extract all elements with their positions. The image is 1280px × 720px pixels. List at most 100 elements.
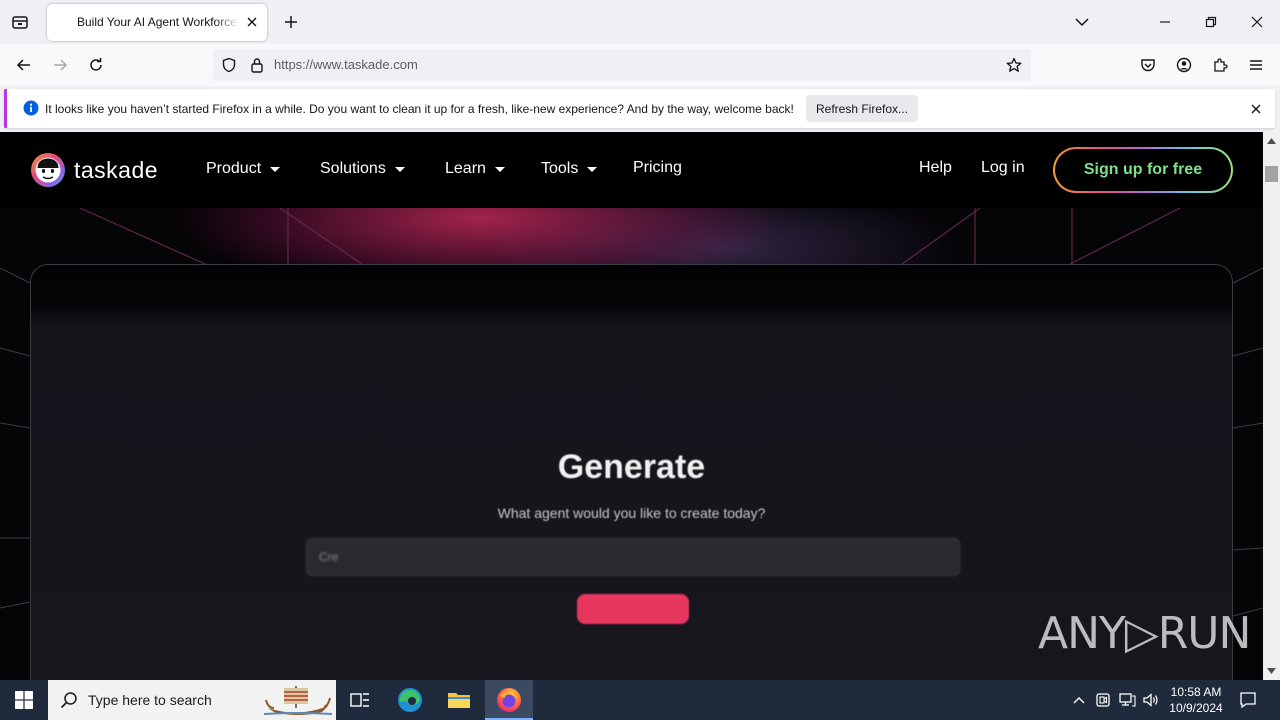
task-view-icon [350, 693, 369, 707]
close-icon [247, 17, 257, 27]
lock-icon [251, 58, 263, 73]
pocket-icon [1141, 59, 1155, 72]
new-tab-button[interactable] [278, 9, 304, 35]
clock-date: 10/9/2024 [1169, 701, 1223, 715]
menu-learn[interactable]: Learn [445, 160, 505, 178]
menu-learn-label: Learn [445, 160, 486, 177]
caret-down-icon [394, 166, 405, 172]
minimize-button[interactable] [1142, 0, 1188, 44]
anyrun-watermark: ANY▷RUN [1038, 608, 1251, 659]
extensions-button[interactable] [1205, 50, 1235, 80]
account-button[interactable] [1169, 50, 1199, 80]
firefox-icon [497, 688, 521, 712]
taskade-logo-icon [31, 153, 65, 187]
bookmark-star-button[interactable] [1005, 56, 1023, 74]
reload-icon [90, 58, 102, 71]
taskade-logo[interactable]: taskade [30, 152, 158, 188]
notification-message: It looks like you haven’t started Firefo… [45, 102, 794, 116]
help-link[interactable]: Help [919, 159, 952, 177]
list-all-tabs-button[interactable] [1068, 8, 1096, 36]
site-security-icon[interactable] [248, 56, 266, 74]
firefox-refresh-notification: It looks like you haven’t started Firefo… [4, 89, 1275, 128]
navigation-toolbar: https://www.taskade.com [0, 44, 1280, 86]
meet-now-icon [1096, 693, 1110, 707]
tracking-protection-icon[interactable] [220, 56, 238, 74]
page-scrollbar[interactable] [1263, 132, 1280, 680]
caret-down-icon [270, 166, 281, 172]
generate-title: Generate [557, 448, 706, 486]
url-text: https://www.taskade.com [274, 57, 418, 72]
tab-strip: Build Your AI Agent Workforce [0, 0, 1280, 44]
star-icon [1006, 57, 1022, 72]
close-window-button[interactable] [1234, 0, 1280, 44]
task-view-button[interactable] [336, 680, 384, 720]
reload-button[interactable] [81, 50, 111, 80]
agent-prompt-placeholder: Cre [319, 550, 339, 564]
network-icon [1119, 693, 1136, 707]
chevron-up-icon [1073, 697, 1085, 704]
forward-button[interactable] [45, 50, 75, 80]
arrow-left-icon [16, 59, 30, 71]
shield-icon [222, 57, 236, 73]
scroll-up-icon [1267, 138, 1276, 144]
restore-button[interactable] [1188, 0, 1234, 44]
refresh-firefox-button[interactable]: Refresh Firefox... [806, 95, 918, 122]
menu-solutions-label: Solutions [320, 160, 386, 177]
menu-pricing-label: Pricing [633, 159, 682, 176]
menu-tools[interactable]: Tools [541, 160, 598, 178]
scroll-down-icon [1267, 668, 1276, 674]
tab-title: Build Your AI Agent Workforce [77, 15, 237, 29]
show-hidden-icons-button[interactable] [1069, 690, 1089, 710]
page-content: taskade Product Solutions Learn Tools Pr… [0, 132, 1263, 680]
address-bar[interactable]: https://www.taskade.com [213, 49, 1031, 81]
back-button[interactable] [9, 50, 39, 80]
login-link[interactable]: Log in [981, 159, 1025, 177]
edge-taskbar-button[interactable] [386, 680, 434, 720]
app-menu-button[interactable] [1241, 50, 1271, 80]
close-icon [1251, 104, 1261, 114]
volume-button[interactable] [1141, 690, 1161, 710]
firefox-taskbar-button[interactable] [485, 680, 533, 720]
start-button[interactable] [0, 680, 48, 720]
action-center-button[interactable] [1236, 688, 1260, 712]
speaker-icon [1143, 693, 1158, 707]
site-header: taskade Product Solutions Learn Tools Pr… [0, 132, 1263, 208]
viking-ship-icon [263, 686, 333, 715]
windows-taskbar: Type here to search 10:58 AM 10/9/2024 [0, 680, 1280, 720]
generate-button[interactable] [577, 594, 689, 624]
browser-tab-active[interactable]: Build Your AI Agent Workforce [47, 4, 267, 41]
caret-down-icon [494, 166, 505, 172]
signup-button-label: Sign up for free [1055, 149, 1231, 191]
taskbar-clock[interactable]: 10:58 AM 10/9/2024 [1162, 684, 1230, 716]
menu-product[interactable]: Product [206, 160, 281, 178]
watermark-text: ANY▷RUN [1038, 608, 1251, 659]
chevron-down-icon [1075, 18, 1089, 27]
restore-icon [1205, 16, 1217, 28]
firefox-view-icon [12, 16, 28, 29]
network-button[interactable] [1117, 690, 1137, 710]
tab-close-button[interactable] [243, 13, 261, 31]
search-icon [60, 692, 77, 709]
signup-button[interactable]: Sign up for free [1053, 147, 1233, 193]
arrow-right-icon [54, 59, 68, 71]
scrollbar-thumb[interactable] [1265, 166, 1278, 182]
edge-icon [398, 688, 422, 712]
clock-time: 10:58 AM [1170, 685, 1222, 699]
caret-down-icon [587, 166, 598, 172]
close-icon [1251, 16, 1263, 28]
firefox-view-button[interactable] [6, 8, 34, 36]
menu-tools-label: Tools [541, 160, 579, 177]
pocket-button[interactable] [1133, 50, 1163, 80]
notification-close-button[interactable] [1247, 100, 1265, 118]
file-explorer-taskbar-button[interactable] [435, 680, 483, 720]
taskbar-search-box[interactable]: Type here to search [48, 680, 336, 720]
minimize-icon [1160, 21, 1170, 23]
taskbar-search-placeholder: Type here to search [88, 692, 212, 708]
account-icon [1176, 57, 1192, 73]
puzzle-icon [1214, 58, 1228, 72]
menu-solutions[interactable]: Solutions [320, 160, 405, 178]
menu-pricing[interactable]: Pricing [633, 159, 682, 177]
agent-prompt-input[interactable]: Cre [306, 538, 960, 576]
tray-meet-now-button[interactable] [1093, 690, 1113, 710]
info-icon [23, 100, 39, 116]
